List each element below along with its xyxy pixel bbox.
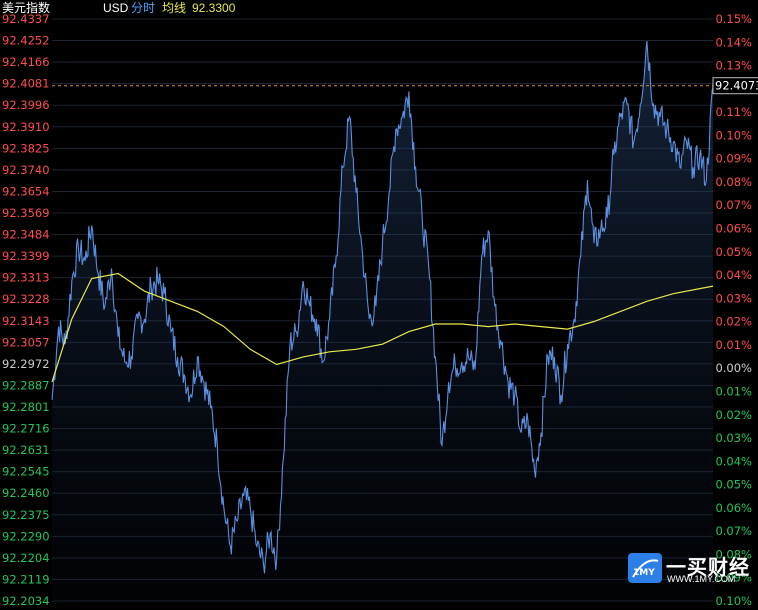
right-tick-label: 0.10% [715,594,752,608]
right-tick-label: 0.09% [715,152,752,166]
right-tick-label: 0.03% [715,291,752,305]
right-tick-label: 0.02% [715,408,752,422]
left-tick-label: 92.2631 [2,443,50,457]
chart-header: 美元指数 USD 分时 均线 92.3300 [2,0,236,15]
left-tick-label: 92.3143 [2,314,50,328]
left-tick-label: 92.3313 [2,271,50,285]
watermark-logo-icon: 1MY [628,553,662,583]
left-tick-label: 92.3825 [2,141,50,155]
right-tick-label: 0.15% [715,12,752,26]
mode-tab[interactable]: 分时 [131,1,155,15]
left-tick-label: 92.2034 [2,594,50,608]
left-tick-label: 92.3740 [2,163,50,177]
current-price-tag: 92.4073 [712,77,758,95]
left-tick-label: 92.2716 [2,422,50,436]
price-area-fill [52,41,713,601]
left-tick-label: 92.3569 [2,206,50,220]
instrument-name: 美元指数 [2,0,50,15]
left-tick-label: 92.3057 [2,335,50,349]
right-tick-label: 0.13% [715,59,752,73]
right-tick-label: 0.04% [715,268,752,282]
right-tick-label: 0.07% [715,198,752,212]
right-tick-label: 0.07% [715,524,752,538]
left-tick-label: 92.4166 [2,55,50,69]
right-tick-label: 0.05% [715,478,752,492]
right-tick-label: 0.14% [715,35,752,49]
right-tick-label: 0.01% [715,338,752,352]
right-tick-label: 0.00% [715,361,752,375]
left-tick-label: 92.3399 [2,249,50,263]
right-tick-label: 0.05% [715,245,752,259]
left-tick-label: 92.3484 [2,228,50,242]
left-tick-label: 92.2801 [2,400,50,414]
left-tick-label: 92.2375 [2,508,50,522]
left-tick-label: 92.2972 [2,357,50,371]
right-tick-label: 0.01% [715,384,752,398]
right-tick-label: 0.06% [715,222,752,236]
currency-label: USD [103,1,129,15]
right-tick-label: 0.04% [715,454,752,468]
left-tick-label: 92.2887 [2,378,50,392]
right-tick-label: 0.02% [715,315,752,329]
current-price-label: 92.4073 [715,79,758,93]
left-tick-label: 92.2204 [2,551,50,565]
right-tick-label: 0.10% [715,128,752,142]
left-tick-label: 92.2290 [2,529,50,543]
left-tick-label: 92.2460 [2,486,50,500]
left-tick-label: 92.3228 [2,292,50,306]
right-tick-label: 0.06% [715,501,752,515]
left-tick-label: 92.2545 [2,465,50,479]
left-tick-label: 92.4252 [2,34,50,48]
left-tick-label: 92.3996 [2,98,50,112]
watermark-url: WWW.1MY.COM [667,574,736,584]
right-axis-ticks: 0.15%0.14%0.13%0.12%0.11%0.10%0.09%0.08%… [715,12,752,608]
right-tick-label: 0.08% [715,175,752,189]
average-value: 92.3300 [192,1,236,15]
left-tick-label: 92.3654 [2,184,50,198]
intraday-chart: 92.433792.425292.416692.408192.399692.39… [2,0,758,608]
left-tick-label: 92.3910 [2,120,50,134]
average-label: 均线 [162,1,186,15]
watermark-logo-text: 1MY [633,568,655,578]
right-tick-label: 0.11% [715,105,752,119]
left-axis-ticks: 92.433792.425292.416692.408192.399692.39… [2,12,50,608]
left-tick-label: 92.4081 [2,77,50,91]
left-tick-label: 92.2119 [2,572,50,586]
right-tick-label: 0.03% [715,431,752,445]
